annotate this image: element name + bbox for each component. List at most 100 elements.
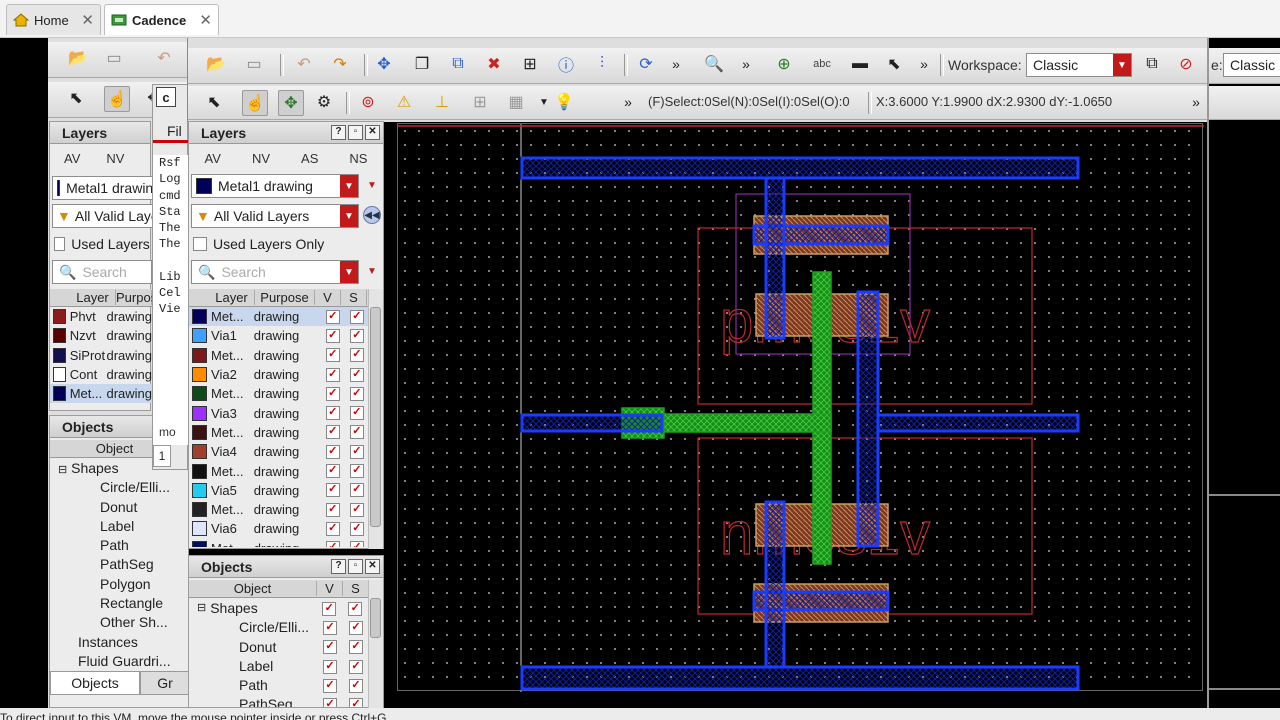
- table-row[interactable]: Cont drawing: [50, 365, 152, 384]
- tree-node[interactable]: Label ✓ ✓: [197, 657, 369, 676]
- chevron-down-icon[interactable]: ▼: [367, 180, 377, 191]
- back-current-layer[interactable]: Metal1 drawing: [52, 176, 162, 200]
- tree-node[interactable]: Donut: [58, 498, 188, 517]
- selectable-checkbox[interactable]: ✓: [348, 601, 363, 616]
- tree-node[interactable]: PathSeg ✓ ✓: [197, 695, 369, 707]
- create-instance-icon[interactable]: ⊕: [772, 52, 796, 76]
- save-icon[interactable]: ▭: [242, 52, 266, 76]
- refresh-icon[interactable]: ⟳: [634, 52, 658, 76]
- front-valid-layers[interactable]: ▼ All Valid Layers ▼: [191, 204, 359, 228]
- checkbox[interactable]: ✓: [54, 237, 66, 251]
- lightbulb-icon[interactable]: 💡: [552, 90, 576, 114]
- visible-checkbox[interactable]: ✓: [325, 348, 340, 363]
- visible-checkbox[interactable]: ✓: [325, 406, 340, 421]
- copy-icon[interactable]: ❐: [410, 52, 434, 76]
- selectable-checkbox[interactable]: ✓: [349, 698, 363, 707]
- visible-checkbox[interactable]: ✓: [323, 678, 337, 693]
- col-selectable[interactable]: S: [343, 581, 369, 596]
- more-chevron-icon[interactable]: »: [664, 52, 688, 76]
- properties-icon[interactable]: ⊞: [518, 52, 542, 76]
- nmos-source-metal[interactable]: [764, 500, 786, 669]
- tree-node[interactable]: Rectangle: [58, 594, 188, 613]
- front-used-layers-toggle[interactable]: ✓ Used Layers Only: [193, 235, 373, 253]
- vdd-rail[interactable]: [520, 156, 1080, 180]
- visible-checkbox[interactable]: ✓: [325, 502, 340, 517]
- table-row[interactable]: Via3 drawing ✓ ✓: [189, 403, 369, 422]
- col-visible[interactable]: V: [315, 290, 341, 305]
- selectable-checkbox[interactable]: ✓: [349, 483, 364, 498]
- col-object[interactable]: Object: [189, 581, 317, 596]
- warning-icon[interactable]: ⚠: [392, 90, 416, 114]
- table-row[interactable]: Via2 drawing ✓ ✓: [189, 365, 369, 384]
- selectable-checkbox[interactable]: ✓: [349, 464, 364, 479]
- table-row[interactable]: Met...drawing✓✓: [189, 539, 369, 547]
- select-arrow-icon[interactable]: ⬉: [202, 90, 226, 114]
- selectable-checkbox[interactable]: ✓: [349, 640, 363, 655]
- table-row[interactable]: Met...drawing✓✓: [189, 346, 369, 365]
- drain-metal[interactable]: [856, 290, 880, 548]
- chevron-down-icon[interactable]: ▼: [340, 205, 358, 227]
- visible-checkbox[interactable]: ✓: [325, 444, 340, 459]
- gnd-rail[interactable]: [520, 665, 1080, 691]
- close-icon[interactable]: ✕: [81, 11, 94, 29]
- filter-av[interactable]: AV: [64, 151, 80, 166]
- tree-node[interactable]: Other Sh...: [58, 613, 188, 632]
- help-icon[interactable]: ?: [331, 125, 346, 140]
- selectable-checkbox[interactable]: ✓: [349, 678, 363, 693]
- visible-checkbox[interactable]: ✓: [325, 541, 340, 547]
- open-folder-icon[interactable]: 📂: [204, 52, 228, 76]
- filter-nv[interactable]: NV: [252, 151, 270, 166]
- workspace-select-right[interactable]: Classic: [1223, 53, 1280, 77]
- tree-node-shapes[interactable]: ⊟ Shapes ✓ ✓: [197, 599, 369, 618]
- delete-icon[interactable]: ✖: [482, 52, 506, 76]
- move-icon[interactable]: ✥: [372, 52, 396, 76]
- tree-node[interactable]: Label: [58, 517, 188, 536]
- table-row[interactable]: Via4 drawing ✓ ✓: [189, 442, 369, 461]
- gear-icon[interactable]: ⚙: [312, 90, 336, 114]
- table-row[interactable]: Via5 drawing ✓ ✓: [189, 481, 369, 500]
- tab-cadence[interactable]: Cadence ✕: [104, 4, 219, 35]
- close-icon[interactable]: ✕: [365, 559, 380, 574]
- output-pin-metal[interactable]: [876, 413, 1080, 433]
- table-row[interactable]: Via6 drawing ✓ ✓: [189, 519, 369, 538]
- front-objects-scrollbar[interactable]: [368, 580, 383, 708]
- menu-file[interactable]: Fil: [153, 119, 189, 143]
- back-used-layers-toggle[interactable]: ✓ Used Layers Only: [54, 235, 183, 253]
- float-icon[interactable]: ▫: [348, 125, 363, 140]
- table-row[interactable]: Via1 drawing ✓ ✓: [189, 326, 369, 345]
- float-icon[interactable]: ▫: [348, 559, 363, 574]
- checkbox[interactable]: ✓: [193, 237, 207, 251]
- via-icon[interactable]: ⊞: [468, 90, 492, 114]
- scroll-thumb[interactable]: [370, 307, 381, 527]
- probe-icon[interactable]: ⊚: [356, 90, 380, 114]
- more-chevron-icon[interactable]: »: [1184, 90, 1208, 114]
- selectable-checkbox[interactable]: ✓: [349, 348, 364, 363]
- workspace-select[interactable]: Classic ▼: [1026, 53, 1132, 77]
- table-row[interactable]: Met...drawing✓✓: [189, 500, 369, 519]
- chevron-down-icon[interactable]: ▼: [340, 261, 358, 283]
- save-workspace-icon[interactable]: ⧉: [1140, 52, 1164, 76]
- visible-checkbox[interactable]: ✓: [323, 698, 337, 707]
- table-row[interactable]: Met...drawing✓✓: [189, 423, 369, 442]
- col-visible[interactable]: V: [317, 581, 343, 596]
- tree-node[interactable]: Instances: [58, 633, 188, 652]
- visible-checkbox[interactable]: ✓: [323, 659, 337, 674]
- filter-nv[interactable]: NV: [106, 151, 124, 166]
- pin-icon[interactable]: ▬: [848, 52, 872, 76]
- visible-checkbox[interactable]: ✓: [325, 309, 340, 324]
- back-search-input[interactable]: 🔍 Search: [52, 260, 152, 284]
- visible-checkbox[interactable]: ✓: [323, 640, 337, 655]
- selectable-checkbox[interactable]: ✓: [349, 444, 364, 459]
- tab-grids[interactable]: Gr: [140, 671, 190, 695]
- collapse-icon[interactable]: ⊟: [197, 599, 206, 618]
- help-icon[interactable]: ?: [331, 559, 346, 574]
- close-icon[interactable]: ✕: [199, 11, 212, 29]
- zoom-icon[interactable]: 🔍: [702, 52, 726, 76]
- tree-node[interactable]: Fluid Guardri...: [58, 652, 188, 671]
- selectable-checkbox[interactable]: ✓: [349, 406, 364, 421]
- selectable-checkbox[interactable]: ✓: [349, 521, 364, 536]
- chevron-down-icon[interactable]: ▼: [367, 266, 377, 277]
- back-valid-layers[interactable]: ▼ All Valid Layers: [52, 204, 170, 228]
- more-chevron-icon[interactable]: »: [912, 52, 936, 76]
- visible-checkbox[interactable]: ✓: [325, 464, 340, 479]
